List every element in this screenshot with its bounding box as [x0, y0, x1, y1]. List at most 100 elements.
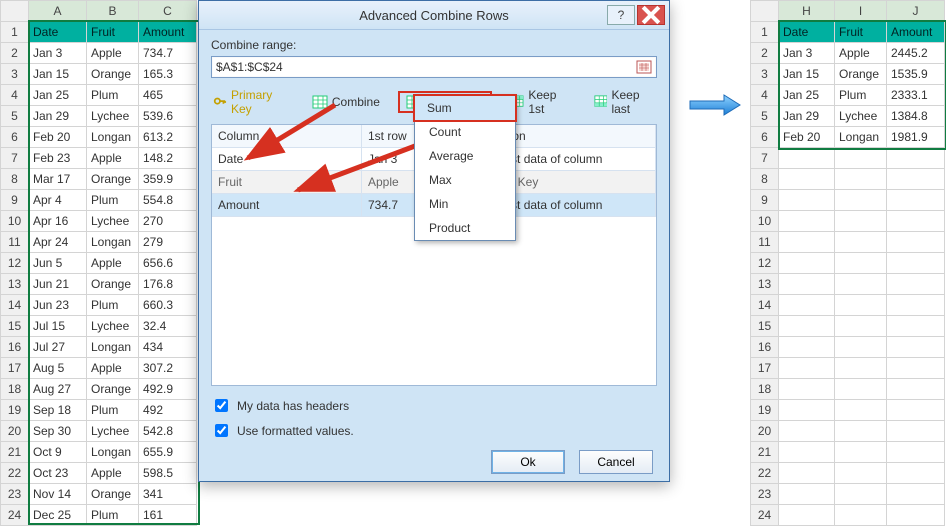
table-row[interactable]: 21Oct 9Longan655.9 — [1, 442, 197, 463]
range-picker-icon[interactable] — [636, 60, 652, 74]
table-row[interactable]: 10Apr 16Lychee270 — [1, 211, 197, 232]
table-row[interactable]: 5Jan 29Lychee1384.8 — [751, 106, 945, 127]
row-header[interactable]: 14 — [751, 295, 779, 316]
row-header[interactable]: 19 — [751, 400, 779, 421]
col-header-j[interactable]: J — [887, 1, 945, 22]
row-header[interactable]: 24 — [1, 505, 29, 526]
table-row[interactable]: 6Feb 20Longan1981.9 — [751, 127, 945, 148]
table-row[interactable]: 13 — [751, 274, 945, 295]
row-header[interactable]: 16 — [1, 337, 29, 358]
row-header[interactable]: 4 — [1, 85, 29, 106]
col-header-c[interactable]: C — [139, 1, 197, 22]
close-button[interactable] — [637, 5, 665, 25]
keep-last-button[interactable]: Keep last — [594, 88, 655, 116]
row-header[interactable]: 11 — [1, 232, 29, 253]
table-row[interactable]: 11 — [751, 232, 945, 253]
row-header[interactable]: 18 — [1, 379, 29, 400]
select-all-corner[interactable] — [1, 1, 29, 22]
row-header[interactable]: 2 — [1, 43, 29, 64]
table-row[interactable]: 2Jan 3Apple734.7 — [1, 43, 197, 64]
table-row[interactable]: 3Jan 15Orange1535.9 — [751, 64, 945, 85]
row-header[interactable]: 22 — [1, 463, 29, 484]
col-header-h[interactable]: H — [779, 1, 835, 22]
row-header[interactable]: 3 — [751, 64, 779, 85]
row-header[interactable]: 13 — [751, 274, 779, 295]
use-formatted-values-checkbox[interactable]: Use formatted values. — [211, 421, 657, 440]
row-header[interactable]: 13 — [1, 274, 29, 295]
table-row[interactable]: 15Jul 15Lychee32.4 — [1, 316, 197, 337]
dialog-titlebar[interactable]: Advanced Combine Rows ? — [199, 1, 669, 30]
row-header[interactable]: 1 — [751, 22, 779, 43]
table-row[interactable]: 22Oct 23Apple598.5 — [1, 463, 197, 484]
table-row[interactable]: 14 — [751, 295, 945, 316]
table-row[interactable]: 16Jul 27Longan434 — [1, 337, 197, 358]
table-row[interactable]: 20Sep 30Lychee542.8 — [1, 421, 197, 442]
table-row[interactable]: 18Aug 27Orange492.9 — [1, 379, 197, 400]
my-data-has-headers-checkbox[interactable]: My data has headers — [211, 396, 657, 415]
row-header[interactable]: 7 — [1, 148, 29, 169]
row-header[interactable]: 16 — [751, 337, 779, 358]
row-header[interactable]: 20 — [1, 421, 29, 442]
primary-key-button[interactable]: Primary Key — [213, 88, 288, 116]
table-row[interactable]: 9Apr 4Plum554.8 — [1, 190, 197, 211]
help-button[interactable]: ? — [607, 5, 635, 25]
table-row[interactable]: 11Apr 24Longan279 — [1, 232, 197, 253]
formatted-checkbox-input[interactable] — [215, 424, 228, 437]
row-header[interactable]: 6 — [751, 127, 779, 148]
dropdown-item-count[interactable]: Count — [415, 120, 515, 144]
row-header[interactable]: 8 — [1, 169, 29, 190]
row-header[interactable]: 10 — [751, 211, 779, 232]
row-header[interactable]: 14 — [1, 295, 29, 316]
ok-button[interactable]: Ok — [491, 450, 565, 474]
col-header-b[interactable]: B — [87, 1, 139, 22]
table-row[interactable]: 15 — [751, 316, 945, 337]
table-row[interactable]: 14Jun 23Plum660.3 — [1, 295, 197, 316]
table-row[interactable]: 8Mar 17Orange359.9 — [1, 169, 197, 190]
row-header[interactable]: 1 — [1, 22, 29, 43]
table-row[interactable]: 21 — [751, 442, 945, 463]
table-row[interactable]: 20 — [751, 421, 945, 442]
calculate-dropdown[interactable]: Sum Count Average Max Min Product — [414, 95, 516, 241]
right-spreadsheet[interactable]: H I J 1DateFruitAmount2Jan 3Apple2445.23… — [750, 0, 945, 526]
row-header[interactable]: 9 — [751, 190, 779, 211]
col-header-a[interactable]: A — [29, 1, 87, 22]
table-row[interactable]: 16 — [751, 337, 945, 358]
row-header[interactable]: 19 — [1, 400, 29, 421]
cancel-button[interactable]: Cancel — [579, 450, 653, 474]
table-row[interactable]: 13Jun 21Orange176.8 — [1, 274, 197, 295]
row-header[interactable]: 4 — [751, 85, 779, 106]
table-row[interactable]: 9 — [751, 190, 945, 211]
table-row[interactable]: 4Jan 25Plum2333.1 — [751, 85, 945, 106]
headers-checkbox-input[interactable] — [215, 399, 228, 412]
table-row[interactable]: 24 — [751, 505, 945, 526]
table-row[interactable]: 7Feb 23Apple148.2 — [1, 148, 197, 169]
row-header[interactable]: 6 — [1, 127, 29, 148]
row-header[interactable]: 18 — [751, 379, 779, 400]
row-header[interactable]: 10 — [1, 211, 29, 232]
row-header[interactable]: 15 — [751, 316, 779, 337]
select-all-corner[interactable] — [751, 1, 779, 22]
row-header[interactable]: 23 — [751, 484, 779, 505]
col-header-i[interactable]: I — [835, 1, 887, 22]
row-header[interactable]: 3 — [1, 64, 29, 85]
row-header[interactable]: 17 — [1, 358, 29, 379]
table-row[interactable]: 12Jun 5Apple656.6 — [1, 253, 197, 274]
dropdown-item-max[interactable]: Max — [415, 168, 515, 192]
table-row[interactable]: 10 — [751, 211, 945, 232]
row-header[interactable]: 11 — [751, 232, 779, 253]
row-header[interactable]: 8 — [751, 169, 779, 190]
row-header[interactable]: 5 — [751, 106, 779, 127]
table-row[interactable]: 24Dec 25Plum161 — [1, 505, 197, 526]
table-row[interactable]: 5Jan 29Lychee539.6 — [1, 106, 197, 127]
keep-first-button[interactable]: Keep 1st — [510, 88, 569, 116]
table-row[interactable]: 4Jan 25Plum465 — [1, 85, 197, 106]
row-header[interactable]: 23 — [1, 484, 29, 505]
table-row[interactable]: 12 — [751, 253, 945, 274]
row-header[interactable]: 2 — [751, 43, 779, 64]
row-header[interactable]: 24 — [751, 505, 779, 526]
row-header[interactable]: 5 — [1, 106, 29, 127]
row-header[interactable]: 22 — [751, 463, 779, 484]
row-header[interactable]: 15 — [1, 316, 29, 337]
table-row[interactable]: 17 — [751, 358, 945, 379]
table-row[interactable]: 23Nov 14Orange341 — [1, 484, 197, 505]
